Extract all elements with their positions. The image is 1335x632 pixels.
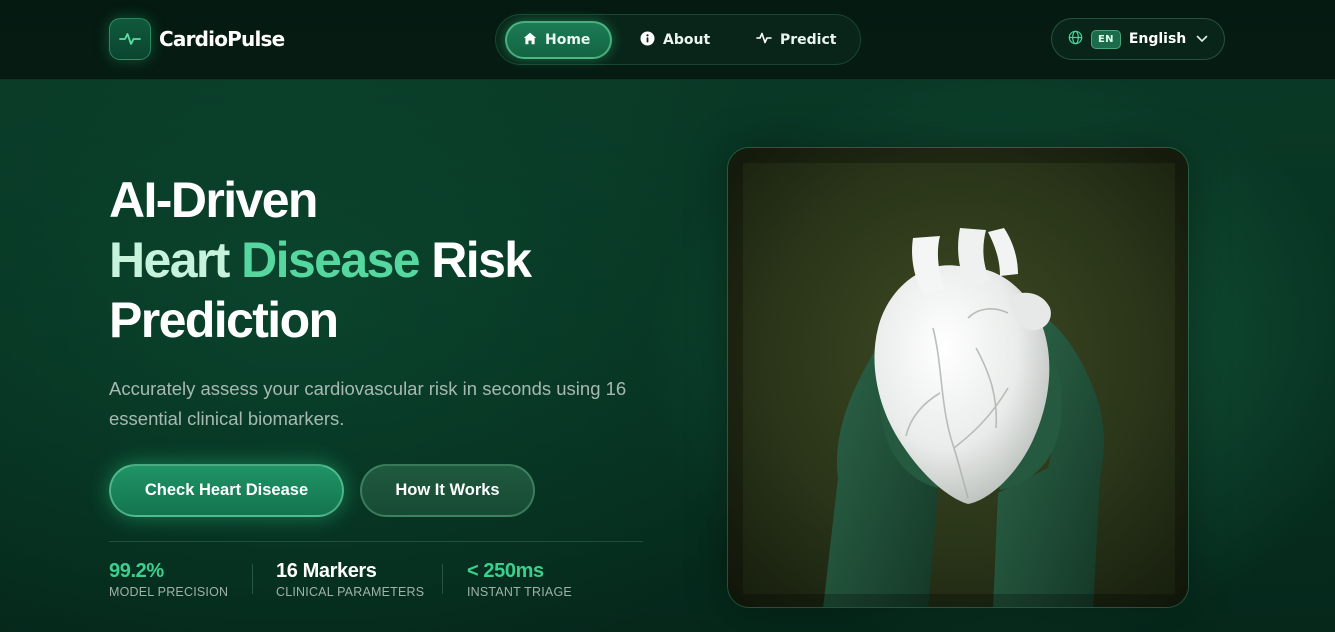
language-label: English — [1128, 31, 1187, 47]
stat-value: 16 Markers — [276, 560, 377, 582]
stat-separator — [442, 564, 443, 594]
language-code-badge: EN — [1091, 29, 1121, 49]
stat-label: INSTANT TRIAGE — [467, 585, 572, 599]
pulse-icon — [756, 32, 772, 48]
brand-logo[interactable]: CardioPulse — [109, 18, 285, 60]
stats-divider — [109, 541, 643, 542]
home-icon — [523, 32, 537, 49]
stat-label: MODEL PRECISION — [109, 585, 229, 599]
nav-label-about: About — [663, 32, 711, 48]
stat-value: 99.2% — [109, 560, 164, 582]
info-icon — [640, 31, 655, 50]
hero-title-disease: Disease — [241, 232, 420, 288]
stat-value: < 250ms — [467, 560, 544, 582]
pulse-icon — [109, 18, 151, 60]
hero-image-heart — [727, 147, 1189, 608]
hero-description: Accurately assess your cardiovascular ri… — [109, 378, 627, 429]
stat-instant-triage: < 250ms INSTANT TRIAGE — [467, 558, 572, 600]
how-it-works-button[interactable]: How It Works — [360, 464, 535, 517]
globe-icon — [1068, 30, 1083, 49]
stat-separator — [252, 564, 253, 594]
hero-title: AI-Driven Heart Disease Risk Prediction — [109, 170, 669, 350]
nav-label-home: Home — [545, 32, 591, 48]
hero-title-line1: AI-Driven — [109, 172, 318, 228]
hero-title-heart: Heart — [109, 232, 230, 288]
chevron-down-icon — [1196, 31, 1208, 47]
brand-name: CardioPulse — [159, 27, 285, 51]
stat-model-precision: 99.2% MODEL PRECISION — [109, 558, 228, 600]
stat-clinical-parameters: 16 Markers CLINICAL PARAMETERS — [276, 558, 424, 600]
hero-title-line3: Prediction — [109, 292, 339, 348]
hero-title-risk: Risk — [431, 232, 532, 288]
nav-item-about[interactable]: About — [624, 21, 724, 59]
nav-item-home[interactable]: Home — [505, 21, 612, 59]
nav-item-predict[interactable]: Predict — [740, 21, 846, 59]
stat-label: CLINICAL PARAMETERS — [276, 585, 425, 599]
nav-label-predict: Predict — [780, 32, 837, 48]
main-nav: Home About Predict — [495, 14, 861, 65]
language-selector[interactable]: EN English — [1051, 18, 1225, 60]
check-heart-disease-button[interactable]: Check Heart Disease — [109, 464, 344, 517]
top-navbar: CardioPulse Home About Predict EN Englis… — [0, 0, 1335, 80]
